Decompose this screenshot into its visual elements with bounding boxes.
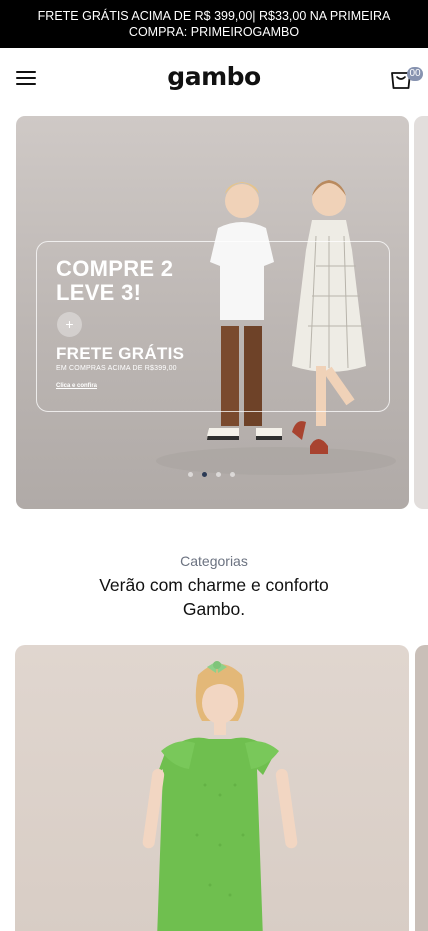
carousel-dots [188, 472, 235, 477]
carousel-dot[interactable] [188, 472, 193, 477]
carousel-dot[interactable] [230, 472, 235, 477]
promo-title: COMPRE 2 LEVE 3! [56, 256, 174, 305]
announcement-bar: FRETE GRÁTIS ACIMA DE R$ 399,00| R$33,00… [0, 0, 428, 48]
promo-subtitle: FRETE GRÁTIS [56, 344, 185, 363]
category-photo-girl-green-dress [142, 661, 298, 931]
next-category-peek[interactable] [415, 645, 428, 931]
promo-link[interactable]: Clica e confira [56, 383, 97, 389]
carousel-dot-active[interactable] [202, 472, 207, 477]
carousel-dot[interactable] [216, 472, 221, 477]
promo-small-text: EM COMPRAS ACIMA DE R$399,00 [56, 365, 177, 372]
cart-count-badge: 00 [407, 67, 423, 81]
announcement-text: FRETE GRÁTIS ACIMA DE R$ 399,00| R$33,00… [37, 9, 391, 39]
site-header: gambo 00 [0, 48, 428, 108]
plus-icon: + [57, 312, 82, 337]
brand-logo[interactable]: gambo [0, 62, 428, 91]
categories-label: Categorias [180, 553, 248, 569]
next-slide-peek[interactable] [414, 116, 428, 509]
categories-title: Verão com charme e conforto Gambo. [99, 575, 329, 619]
category-card[interactable] [15, 645, 409, 931]
hero-banner[interactable]: COMPRE 2 LEVE 3! + FRETE GRÁTIS EM COMPR… [16, 116, 409, 509]
